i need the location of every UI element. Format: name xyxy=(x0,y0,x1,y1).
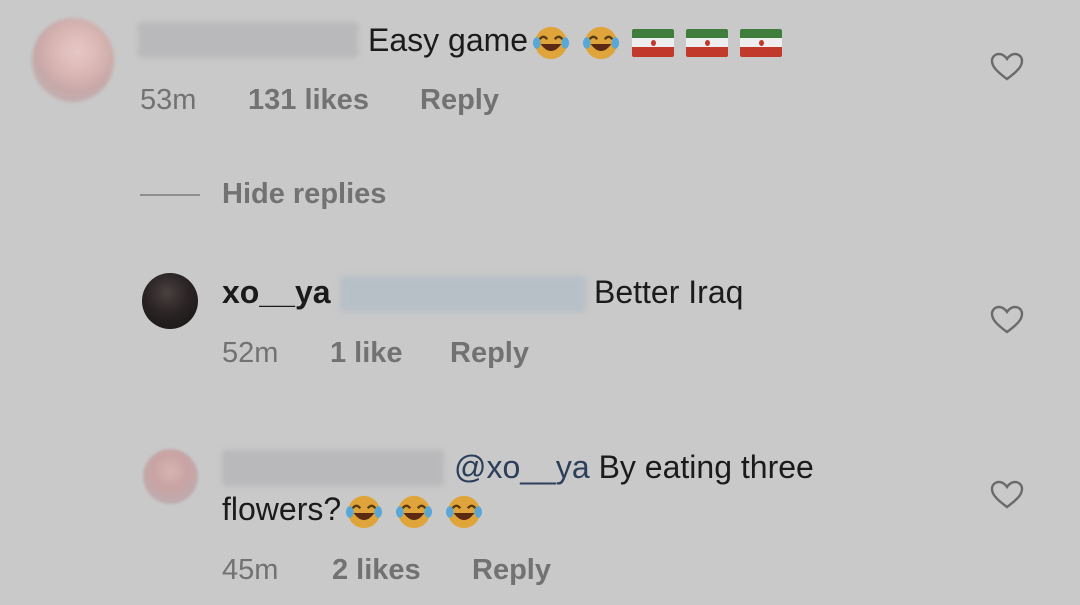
mention-link[interactable]: @xo__ya xyxy=(454,449,590,485)
likes-count[interactable]: 2 likes xyxy=(332,554,421,586)
laughing-tears-emoji-icon xyxy=(446,495,483,528)
comment-time: 45m xyxy=(222,554,279,586)
comment-time: 53m xyxy=(140,84,197,116)
iran-flag-icon xyxy=(740,28,783,57)
comment-line-1: @xo__ya By eating three xyxy=(454,449,814,485)
reply-button[interactable]: Reply xyxy=(420,84,499,116)
reply-button[interactable]: Reply xyxy=(450,337,529,369)
comment-body: Easy game xyxy=(368,22,529,58)
comment-line-2: flowers? xyxy=(222,491,483,531)
comment-line: xo__ya xyxy=(222,274,331,310)
commenter-avatar[interactable] xyxy=(143,449,198,504)
commenter-avatar[interactable] xyxy=(32,18,114,102)
comment-text: Easy game xyxy=(368,22,783,62)
laughing-tears-emoji-icon xyxy=(583,26,620,59)
heart-icon[interactable] xyxy=(990,52,1024,82)
iran-flag-icon xyxy=(632,28,675,57)
blurred-username xyxy=(222,450,444,486)
laughing-tears-emoji-icon xyxy=(533,26,570,59)
blurred-mention xyxy=(340,276,586,312)
comment-username[interactable]: xo__ya xyxy=(222,274,331,310)
comment-body: By eating three xyxy=(598,449,814,485)
likes-count[interactable]: 1 like xyxy=(330,337,403,369)
laughing-tears-emoji-icon xyxy=(346,495,383,528)
replies-divider xyxy=(140,194,200,196)
comment-body: Better Iraq xyxy=(594,274,744,310)
blurred-username xyxy=(138,22,358,58)
heart-icon[interactable] xyxy=(990,480,1024,510)
commenter-avatar[interactable] xyxy=(142,273,198,329)
hide-replies-button[interactable]: Hide replies xyxy=(222,178,386,210)
reply-button[interactable]: Reply xyxy=(472,554,551,586)
comment-time: 52m xyxy=(222,337,279,369)
heart-icon[interactable] xyxy=(990,305,1024,335)
likes-count[interactable]: 131 likes xyxy=(248,84,369,116)
comment-body-continued: flowers? xyxy=(222,491,342,527)
iran-flag-icon xyxy=(686,28,729,57)
laughing-tears-emoji-icon xyxy=(396,495,433,528)
